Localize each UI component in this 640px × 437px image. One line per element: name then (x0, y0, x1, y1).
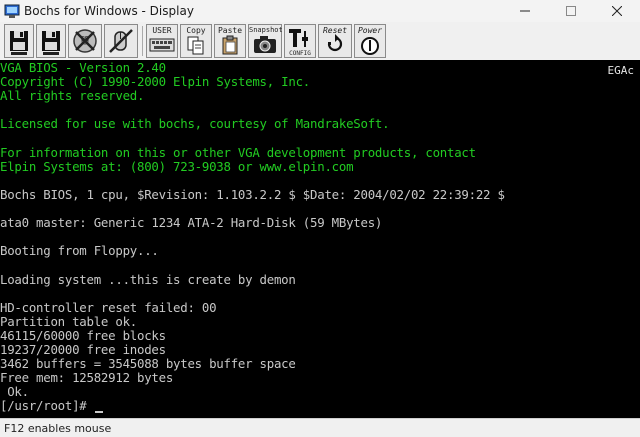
floppy-a-button[interactable] (4, 24, 34, 58)
status-text: F12 enables mouse (4, 422, 112, 435)
console-line: All rights reserved. (0, 88, 145, 104)
console-line: Partition table ok. (0, 313, 137, 329)
reset-icon (327, 34, 343, 52)
console-line: Licensed for use with bochs, courtesy of… (0, 116, 390, 132)
console-line: 3462 buffers = 3545088 bytes buffer spac… (0, 356, 296, 372)
console-line: Loading system ...this is create by demo… (0, 271, 296, 287)
maximize-button[interactable] (548, 0, 594, 22)
status-bar: F12 enables mouse (0, 418, 640, 437)
maximize-icon (566, 6, 576, 16)
user-button[interactable]: USER (146, 24, 178, 58)
console-line: HD-controller reset failed: 00 (0, 299, 217, 315)
cdrom-button[interactable]: CD (68, 24, 102, 58)
paste-button[interactable]: Paste (214, 24, 246, 58)
bochs-window: Bochs for Windows - Display CD USER Copy… (0, 0, 640, 437)
console-line: ata0 master: Generic 1234 ATA-2 Hard-Dis… (0, 215, 383, 231)
config-button[interactable]: CONFIG (284, 24, 316, 58)
copy-icon (187, 36, 204, 55)
toolbar: CD USER Copy Paste Snapshot CONFIG Reset… (0, 22, 640, 60)
video-mode-indicator: EGAc (607, 64, 635, 77)
floppy-disk-icon (10, 31, 28, 55)
console-line: VGA BIOS - Version 2.40 (0, 60, 166, 75)
console-line: Copyright (C) 1990-2000 Elpin Systems, I… (0, 74, 311, 90)
cdrom-label: CD (80, 35, 90, 43)
console-line: Ok. (0, 384, 29, 400)
window-title: Bochs for Windows - Display (24, 4, 194, 18)
vga-display[interactable]: EGAc VGA BIOS - Version 2.40 Copyright (C… (0, 60, 640, 418)
console-line: [/usr/root]# (0, 398, 94, 414)
floppy-disk-icon (42, 31, 60, 55)
console-line: 19237/20000 free inodes (0, 342, 166, 357)
keyboard-icon (149, 38, 175, 52)
console-line: For information on this or other VGA dev… (0, 144, 476, 160)
minimize-icon (520, 10, 530, 12)
paste-icon (222, 35, 238, 55)
toolbar-separator (142, 26, 143, 56)
minimize-button[interactable] (502, 0, 548, 22)
power-icon (361, 37, 379, 55)
bochs-app-icon (4, 4, 20, 18)
snapshot-button[interactable]: Snapshot (248, 24, 283, 58)
close-button[interactable] (594, 0, 640, 22)
power-button[interactable]: Power (354, 24, 386, 58)
console-line: Elpin Systems at: (800) 723-9038 or www.… (0, 158, 354, 174)
config-label: CONFIG (289, 50, 311, 57)
mouse-button[interactable] (104, 24, 138, 58)
reset-button[interactable]: Reset (318, 24, 352, 58)
title-bar[interactable]: Bochs for Windows - Display (0, 0, 640, 22)
console-line: Booting from Floppy... (0, 243, 159, 259)
mouse-disabled-icon (109, 29, 133, 53)
text-cursor (94, 411, 103, 414)
camera-icon (254, 36, 276, 53)
console-line: Bochs BIOS, 1 cpu, $Revision: 1.103.2.2 … (0, 186, 505, 202)
console-line: Free mem: 12582912 bytes (0, 370, 174, 386)
floppy-b-button[interactable] (36, 24, 66, 58)
console-line: 46115/60000 free blocks (0, 327, 166, 343)
close-icon (612, 6, 622, 16)
copy-button[interactable]: Copy (180, 24, 212, 58)
